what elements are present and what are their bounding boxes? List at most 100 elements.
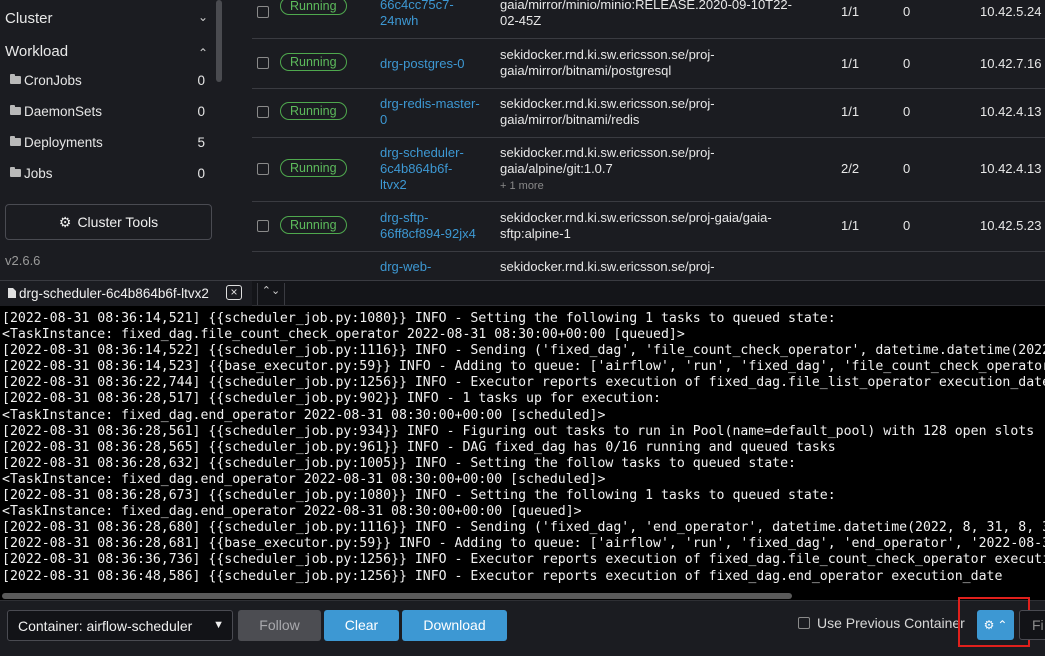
pod-name-link[interactable]: drg-scheduler- 6c4b864b6f-ltvx2 [380,145,495,193]
sidebar-item-label: Deployments [24,135,103,150]
table-row[interactable]: Running drg-redis-master- 0 sekidocker.rn… [252,89,1045,138]
pods-table: Running 66c4cc75c7- 24nwh gaia/mirror/min… [226,0,1045,280]
log-line: [2022-08-31 08:36:14,521] {{scheduler_jo… [2,311,836,326]
log-line: [2022-08-31 08:36:28,632] {{scheduler_jo… [2,455,796,471]
folder-icon [10,136,21,146]
log-footer: Container: airflow-scheduler ▼ Follow Cl… [0,597,1045,656]
pod-image: sekidocker.rnd.ki.sw.ericsson.se/proj- [500,259,715,274]
expand-panel-icon[interactable]: ⌃⌄ [257,283,285,305]
cluster-tools-label: Cluster Tools [77,214,159,230]
cluster-tools-button[interactable]: ⚙ Cluster Tools [5,204,212,240]
sidebar-group-cluster[interactable]: Cluster ⌄ [0,2,214,32]
scrollbar-thumb[interactable] [2,593,792,599]
close-icon[interactable]: × [226,285,242,300]
pod-restarts: 0 [903,4,911,19]
clear-button[interactable]: Clear [324,610,399,641]
tab-title: drg-scheduler-6c4b864b6f-ltvx2 [19,286,209,301]
container-select-value: Container: airflow-scheduler [18,618,193,634]
status-badge: Running [280,53,347,71]
sidebar-item-label: CronJobs [24,73,82,88]
status-badge: Running [280,216,347,234]
gear-icon: ⚙ [58,213,72,230]
log-line: [2022-08-31 08:36:28,517] {{scheduler_jo… [2,391,661,407]
pod-name-link[interactable]: drg-redis-master- 0 [380,96,495,128]
folder-icon [10,105,21,115]
use-previous-container-checkbox[interactable] [798,617,810,629]
pod-ip: 10.42.4.13 [980,104,1042,119]
follow-button[interactable]: Follow [238,610,321,641]
log-line: [2022-08-31 08:36:36,736] {{scheduler_jo… [2,552,1045,568]
log-horizontal-scrollbar[interactable] [0,592,1045,600]
folder-icon [10,167,21,177]
pod-ip: 10.42.7.16 [980,56,1042,71]
tab-log[interactable]: drg-scheduler-6c4b864b6f-ltvx2 × [0,281,252,306]
pod-image: sekidocker.rnd.ki.sw.ericsson.se/proj-ga… [500,47,715,78]
sidebar-scrollbar[interactable] [216,0,222,82]
pod-name-link[interactable]: 66c4cc75c7- 24nwh [380,0,495,29]
pod-ready: 1/1 [841,56,860,71]
sidebar-item-daemonsets[interactable]: DaemonSets 0 [0,98,214,128]
download-button[interactable]: Download [402,610,507,641]
pod-ready: 1/1 [841,218,860,233]
sidebar-item-count: 0 [197,73,205,88]
sidebar-group-workload[interactable]: Workload ⌃ [0,35,214,65]
table-row[interactable]: Running drg-scheduler- 6c4b864b6f-ltvx2 s… [252,138,1045,202]
pod-name-link[interactable]: drg-web- [380,259,495,275]
log-line: <TaskInstance: fixed_dag.end_operator 20… [2,471,606,487]
pod-image: gaia/mirror/minio/minio:RELEASE.2020-09-… [500,0,792,28]
sidebar-item-count: 0 [197,166,205,181]
pod-ip: 10.42.5.23 [980,218,1042,233]
log-line: [2022-08-31 08:36:22,744] {{scheduler_jo… [2,375,1045,391]
row-checkbox[interactable] [257,106,269,118]
pod-ip: 10.42.4.13 [980,161,1042,176]
pod-name-link[interactable]: drg-sftp- 66ff8cf894-92jx4 [380,210,495,242]
log-line: [2022-08-31 08:36:28,681] {{base_executo… [2,536,1045,552]
log-line: [2022-08-31 08:36:28,565] {{scheduler_jo… [2,439,836,455]
sidebar-item-cronjobs[interactable]: CronJobs 0 [0,67,214,97]
row-checkbox[interactable] [257,57,269,69]
container-select[interactable]: Container: airflow-scheduler ▼ [7,610,233,641]
status-badge: Running [280,102,347,120]
chevron-down-icon: ⌄ [197,10,208,24]
chevron-down-icon: ▼ [213,619,224,631]
chevron-up-icon: ⌃ [197,46,208,60]
pod-image: sekidocker.rnd.ki.sw.ericsson.se/proj-ga… [500,210,772,241]
log-tab-bar: drg-scheduler-6c4b864b6f-ltvx2 × ⌃⌄ [0,280,1045,306]
pod-image: sekidocker.rnd.ki.sw.ericsson.se/proj-ga… [500,96,715,127]
log-line: <TaskInstance: fixed_dag.end_operator 20… [2,407,606,423]
row-checkbox[interactable] [257,220,269,232]
log-line: [2022-08-31 08:36:28,673] {{scheduler_jo… [2,488,836,504]
log-line: <TaskInstance: fixed_dag.end_operator 20… [2,504,582,520]
pod-restarts: 0 [903,56,911,71]
log-line: [2022-08-31 08:36:28,680] {{scheduler_jo… [2,520,1045,536]
row-checkbox[interactable] [257,163,269,175]
table-row[interactable]: Running drg-postgres-0 sekidocker.rnd.ki… [252,39,1045,89]
more-images-link[interactable]: + 1 more [500,180,544,192]
sidebar-item-deployments[interactable]: Deployments 5 [0,129,214,159]
table-row[interactable]: Running 66c4cc75c7- 24nwh gaia/mirror/min… [252,0,1045,39]
log-line: [2022-08-31 08:36:28,561] {{scheduler_jo… [2,423,1035,439]
pod-restarts: 0 [903,161,911,176]
log-line: [2022-08-31 08:36:14,522] {{scheduler_jo… [2,343,1045,359]
sidebar-item-jobs[interactable]: Jobs 0 [0,160,214,190]
row-checkbox[interactable] [257,6,269,18]
log-line: <TaskInstance: fixed_dag.file_count_chec… [2,327,685,343]
sidebar-item-label: Jobs [24,166,53,181]
sidebar-group-label: Workload [5,43,69,60]
filter-input[interactable]: Fi [1019,610,1045,640]
status-badge: Running [280,0,347,15]
log-line: [2022-08-31 08:36:48,586] {{scheduler_jo… [2,568,1003,584]
sidebar-item-count: 0 [197,104,205,119]
table-row[interactable]: drg-web- sekidocker.rnd.ki.sw.ericsson.s… [252,252,1045,280]
table-row[interactable]: Running drg-sftp- 66ff8cf894-92jx4 sekido… [252,202,1045,252]
pod-image: sekidocker.rnd.ki.sw.ericsson.se/proj-ga… [500,145,715,192]
log-line: [2022-08-31 08:36:14,523] {{base_executo… [2,359,1045,375]
pod-name-link[interactable]: drg-postgres-0 [380,56,495,72]
sidebar-item-label: DaemonSets [24,104,103,119]
pod-ip: 10.42.5.24 [980,4,1042,19]
version-label: v2.6.6 [5,253,41,268]
sidebar: Cluster ⌄ Workload ⌃ CronJobs 0 DaemonSe… [0,0,226,280]
pod-ready: 1/1 [841,104,860,119]
sidebar-item-count: 5 [197,135,205,150]
pod-restarts: 0 [903,218,911,233]
